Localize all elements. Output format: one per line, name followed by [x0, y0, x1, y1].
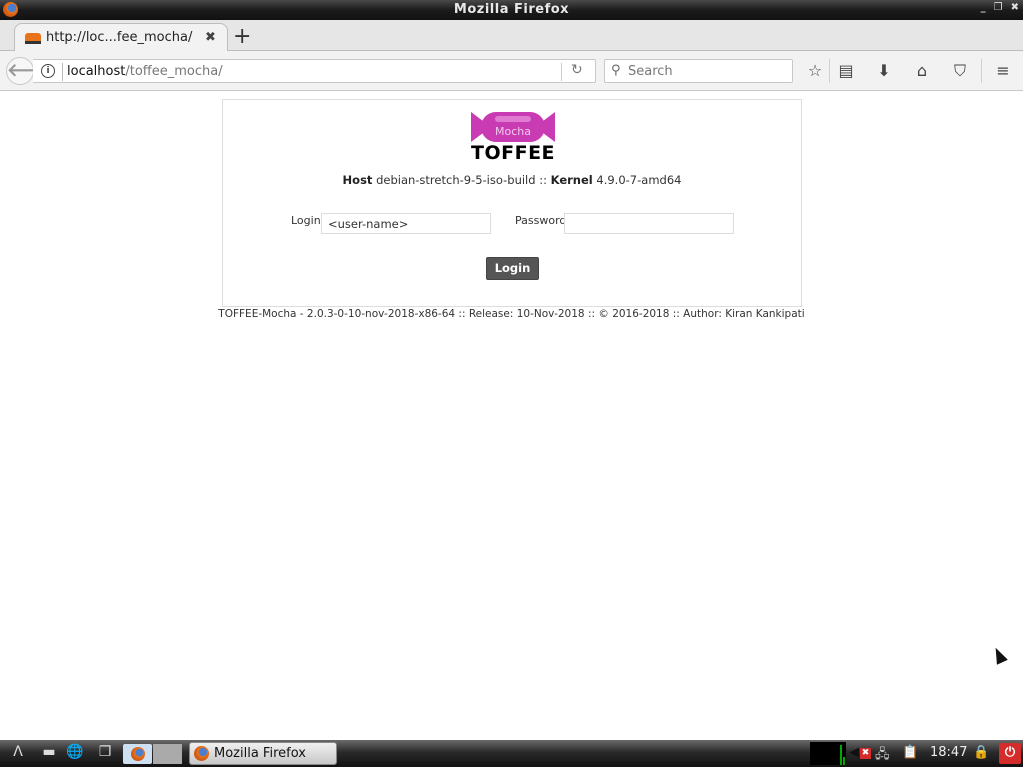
show-desktop-icon[interactable]: ▬: [38, 744, 60, 764]
url-separator: [62, 63, 63, 81]
host-info: Host debian-stretch-9-5-iso-build :: Ker…: [223, 173, 801, 187]
clock[interactable]: 18:47: [930, 745, 967, 760]
reload-icon[interactable]: ↻: [571, 62, 583, 78]
password-input[interactable]: [564, 213, 734, 234]
login-input[interactable]: [321, 213, 491, 234]
bookmark-star-icon[interactable]: ☆: [804, 61, 826, 80]
tab-bar: http://loc...fee_mocha/ ✖ +: [0, 20, 1023, 52]
site-info-icon[interactable]: i: [41, 64, 55, 78]
clipboard-icon[interactable]: 📋: [902, 745, 918, 760]
firefox-icon: [194, 746, 209, 761]
login-label: Login: [291, 214, 321, 227]
host-label: Host: [342, 173, 373, 187]
password-label: Password: [515, 214, 567, 227]
firefox-launcher-icon[interactable]: [123, 744, 152, 764]
tab-toffee-mocha[interactable]: http://loc...fee_mocha/ ✖: [14, 23, 228, 52]
kernel-label: Kernel: [550, 173, 593, 187]
downloads-icon[interactable]: ⬇: [873, 61, 895, 80]
toolbar-separator: [829, 59, 830, 83]
page-content: Mocha TOFFEE Host debian-stretch-9-5-iso…: [0, 92, 1023, 740]
url-host: localhost: [67, 64, 126, 79]
toolbar-separator: [981, 59, 982, 83]
login-button[interactable]: Login: [486, 257, 539, 280]
logo-mocha-text: Mocha: [495, 125, 531, 138]
navigation-bar: 🡐 i localhost/toffee_mocha/ ↻ ⚲ ☆ ▤ ⬇ ⌂ …: [0, 51, 1023, 91]
start-menu-icon[interactable]: Λ: [4, 744, 32, 764]
login-panel: Mocha TOFFEE Host debian-stretch-9-5-iso…: [222, 99, 802, 307]
globe-browser-icon[interactable]: 🌐: [64, 744, 86, 764]
tab-title: http://loc...fee_mocha/: [46, 30, 193, 45]
mouse-cursor: [990, 645, 1008, 665]
reading-list-icon[interactable]: ▤: [835, 61, 857, 80]
candy-shine: [495, 116, 531, 122]
host-value: debian-stretch-9-5-iso-build: [376, 173, 536, 187]
close-window-button[interactable]: ✖: [1011, 2, 1019, 13]
empty-desktop-slot[interactable]: [153, 744, 182, 764]
taskbar-firefox-window[interactable]: Mozilla Firefox: [189, 742, 337, 765]
taskbar: Λ ▬ 🌐 ❐ Mozilla Firefox ◀ ✖ 🖧 📋 18:47 🔒 …: [0, 740, 1023, 767]
tab-close-button[interactable]: ✖: [205, 30, 216, 45]
minimize-button[interactable]: _: [981, 2, 986, 13]
search-bar[interactable]: ⚲: [604, 59, 793, 83]
hamburger-menu-icon[interactable]: ≡: [992, 61, 1014, 80]
cpu-bar: [840, 745, 842, 765]
network-icon[interactable]: 🖧: [875, 745, 890, 767]
search-icon: ⚲: [611, 63, 621, 78]
home-icon[interactable]: ⌂: [911, 61, 933, 80]
host-separator: ::: [539, 173, 547, 187]
url-bar[interactable]: i localhost/toffee_mocha/ ↻: [33, 59, 596, 83]
pocket-icon[interactable]: ⛉: [949, 61, 971, 81]
candy-icon: Mocha: [481, 112, 545, 142]
new-tab-button[interactable]: +: [233, 24, 251, 49]
back-button[interactable]: 🡐: [6, 57, 55, 85]
maximize-button[interactable]: ❐: [994, 2, 1003, 13]
window-titlebar: Mozilla Firefox _ ❐ ✖: [0, 0, 1023, 20]
network-error-icon[interactable]: ✖: [860, 748, 871, 759]
window-switcher-icon[interactable]: ❐: [94, 744, 116, 764]
window-title: Mozilla Firefox: [453, 2, 570, 17]
search-input[interactable]: [628, 62, 788, 80]
toffee-logo: Mocha TOFFEE: [471, 112, 556, 164]
kernel-value: 4.9.0-7-amd64: [596, 173, 682, 187]
taskbar-window-label: Mozilla Firefox: [214, 746, 306, 761]
lock-screen-icon[interactable]: 🔒: [973, 745, 989, 760]
reload-separator: [561, 63, 562, 81]
url-text[interactable]: localhost/toffee_mocha/: [67, 64, 223, 79]
cpu-bar: [843, 757, 845, 765]
toffee-favicon-icon: [25, 33, 41, 44]
logo-toffee-text: TOFFEE: [471, 142, 556, 164]
power-button[interactable]: ⏻: [999, 743, 1021, 764]
cpu-monitor-graph: [810, 742, 846, 765]
tray-arrow-icon[interactable]: ◀: [849, 745, 859, 760]
url-path: /toffee_mocha/: [125, 64, 223, 79]
footer-text: TOFFEE-Mocha - 2.0.3-0-10-nov-2018-x86-6…: [218, 308, 805, 320]
